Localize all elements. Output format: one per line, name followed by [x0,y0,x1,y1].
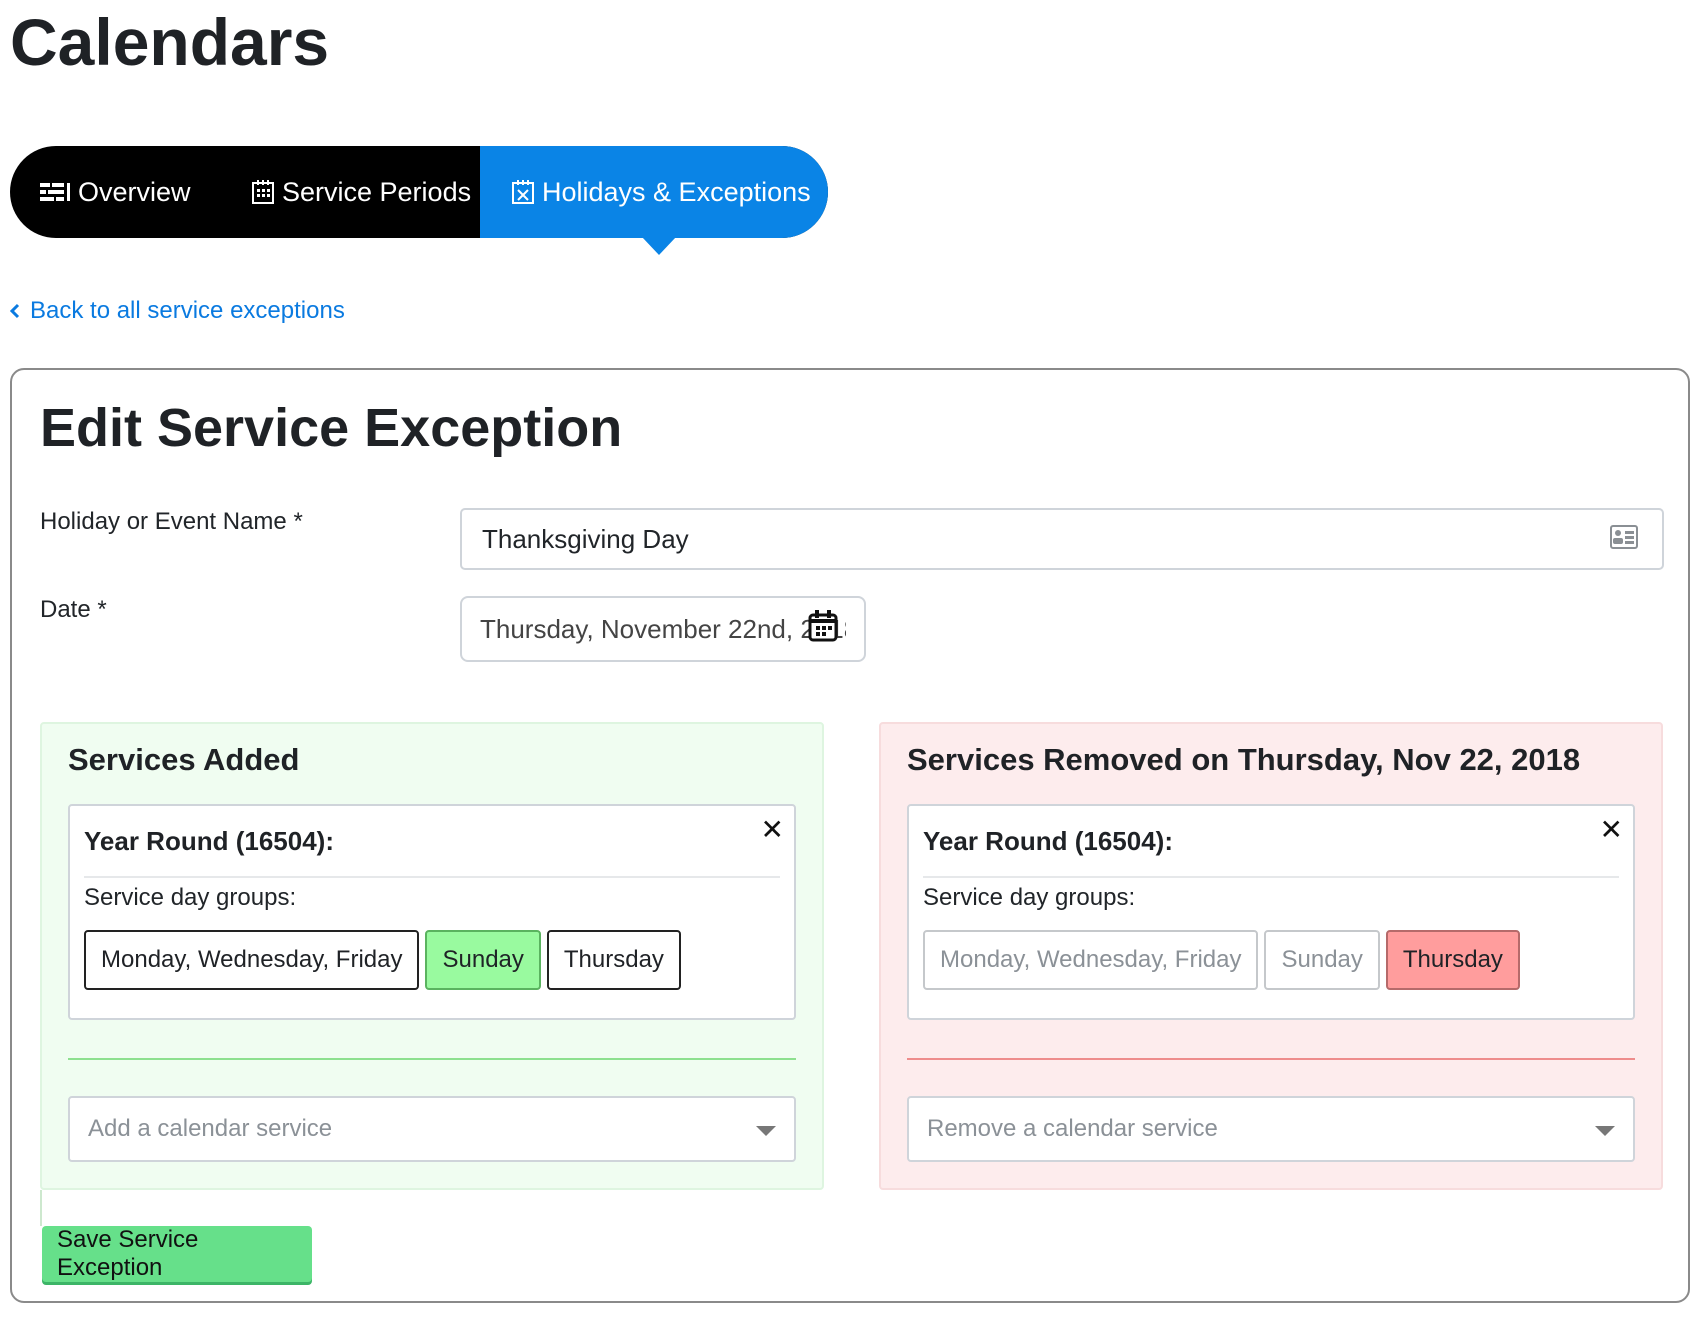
remove-service-placeholder: Remove a calendar service [927,1115,1218,1142]
chip-sunday[interactable]: Sunday [1264,930,1380,990]
tab-holidays-label: Holidays & Exceptions [542,176,811,207]
day-group-chips: Monday, Wednesday, Friday Sunday Thursda… [923,930,1520,990]
page-title: Calendars [10,5,330,79]
caret-down-icon [756,1126,776,1136]
contact-card-icon [1610,525,1638,554]
add-service-placeholder: Add a calendar service [88,1115,333,1142]
close-icon[interactable]: ✕ [761,816,784,844]
service-day-groups-label: Service day groups: [84,884,297,911]
services-added-panel: Services Added Year Round (16504): ✕ Ser… [40,722,824,1190]
day-group-chips: Monday, Wednesday, Friday Sunday Thursda… [84,930,681,990]
tab-service-periods-label: Service Periods [282,176,472,207]
tab-overview-label: Overview [78,176,191,207]
chip-thursday[interactable]: Thursday [546,930,681,990]
added-service-card: Year Round (16504): ✕ Service day groups… [68,804,796,1020]
back-link-label: Back to all service exceptions [30,297,345,324]
services-removed-panel: Services Removed on Thursday, Nov 22, 20… [879,722,1663,1190]
chevron-left-icon [10,303,20,319]
calendar-icon[interactable] [808,610,838,647]
divider [84,876,780,878]
calendar-grid-icon [252,180,274,204]
tab-overview[interactable]: Overview [10,146,250,238]
tab-service-periods[interactable]: Service Periods [250,146,480,238]
holiday-name-input[interactable] [460,508,1664,570]
divider [923,876,1619,878]
divider [40,1190,42,1226]
service-name: Year Round (16504): [923,826,1173,856]
list-icon [40,182,70,202]
form-title: Edit Service Exception [40,398,623,458]
save-service-exception-button[interactable]: Save Service Exception [42,1226,312,1282]
name-field-label: Holiday or Event Name * [40,508,303,535]
remove-calendar-service-select[interactable]: Remove a calendar service [907,1096,1635,1162]
back-to-exceptions-link[interactable]: Back to all service exceptions [10,297,345,325]
service-name: Year Round (16504): [84,826,334,856]
chip-sunday[interactable]: Sunday [425,930,541,990]
calendar-x-icon [512,180,534,204]
services-added-title: Services Added [68,742,300,777]
divider [907,1058,1635,1060]
close-icon[interactable]: ✕ [1600,816,1623,844]
chip-mwf[interactable]: Monday, Wednesday, Friday [84,930,420,990]
date-input[interactable] [460,596,866,662]
service-day-groups-label: Service day groups: [923,884,1136,911]
edit-exception-card: Edit Service Exception Holiday or Event … [10,368,1690,1303]
caret-down-icon [1595,1126,1615,1136]
divider [68,1058,796,1060]
chip-thursday[interactable]: Thursday [1385,930,1520,990]
date-field-label: Date * [40,596,107,623]
tab-holidays-exceptions[interactable]: Holidays & Exceptions [480,146,828,255]
add-calendar-service-select[interactable]: Add a calendar service [68,1096,796,1162]
removed-service-card: Year Round (16504): ✕ Service day groups… [907,804,1635,1020]
services-removed-title: Services Removed on Thursday, Nov 22, 20… [907,742,1581,777]
calendar-tabs: Overview Service Periods Holidays & Exce… [10,146,828,255]
chip-mwf[interactable]: Monday, Wednesday, Friday [923,930,1259,990]
